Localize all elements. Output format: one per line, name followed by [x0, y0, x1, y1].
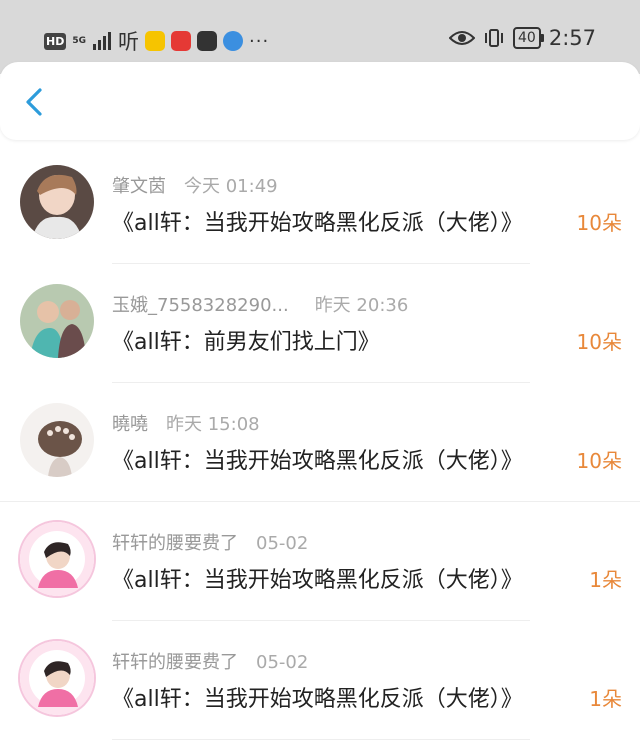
timestamp: 昨天 20:36: [314, 295, 409, 316]
avatar[interactable]: [20, 403, 94, 477]
sender-name: 轩轩的腰要费了 05-02: [112, 529, 308, 555]
flower-count: 1朵: [589, 687, 622, 711]
hd-icon: HD: [44, 32, 67, 50]
avatar[interactable]: [20, 284, 94, 358]
signal-icon: 5G: [72, 35, 86, 46]
flower-count: 1朵: [589, 568, 622, 592]
flower-count: 10朵: [576, 330, 622, 354]
flower-count: 10朵: [576, 449, 622, 473]
sender-name: 肇文茵 今天 01:49: [112, 172, 278, 198]
sender-name: 轩轩的腰要费了 05-02: [112, 648, 308, 674]
sender-name-text: 肇文茵: [112, 176, 166, 197]
listen-icon: 听: [118, 30, 139, 54]
sender-name-text: 轩轩的腰要费了: [112, 652, 238, 673]
status-right: 40 2:57: [449, 26, 596, 50]
avatar[interactable]: [20, 522, 94, 596]
sender-name: 玉娥_7558328290... 昨天 20:36: [112, 291, 408, 317]
list-item[interactable]: 轩轩的腰要费了 05-02 《all轩：当我开始攻略黑化反派（大佬）》 1朵: [0, 621, 640, 740]
chevron-left-icon[interactable]: [22, 86, 50, 118]
status-left: HD 5G 听 ···: [44, 26, 269, 56]
dark-app-icon: [197, 31, 217, 51]
weibo-app-icon: [145, 31, 165, 51]
flower-count: 10朵: [576, 211, 622, 235]
list-item[interactable]: 曉嘵 昨天 15:08 《all轩：当我开始攻略黑化反派（大佬）》 10朵: [0, 383, 640, 502]
clock: 2:57: [548, 26, 596, 50]
blue-app-icon: [223, 31, 243, 51]
timestamp: 昨天 15:08: [166, 414, 260, 435]
avatar[interactable]: [20, 641, 94, 715]
more-notifications-icon: ···: [249, 30, 270, 52]
sender-name: 曉嘵 昨天 15:08: [112, 410, 260, 436]
book-title: 《all轩：当我开始攻略黑化反派（大佬）》: [112, 211, 523, 236]
sender-name-text: 轩轩的腰要费了: [112, 533, 238, 554]
avatar[interactable]: [20, 165, 94, 239]
eye-icon: [449, 31, 475, 45]
book-title: 《all轩：当我开始攻略黑化反派（大佬）》: [112, 568, 523, 593]
gift-list: 肇文茵 今天 01:49 《all轩：当我开始攻略黑化反派（大佬）》 10朵 玉娥…: [0, 145, 640, 740]
top-nav-bar: [0, 62, 640, 140]
battery-icon: 40: [513, 27, 544, 49]
list-item[interactable]: 轩轩的腰要费了 05-02 《all轩：当我开始攻略黑化反派（大佬）》 1朵: [0, 502, 640, 621]
timestamp: 今天 01:49: [184, 176, 278, 197]
book-title: 《all轩：前男友们找上门》: [112, 330, 380, 355]
red-app-icon: [171, 31, 191, 51]
book-title: 《all轩：当我开始攻略黑化反派（大佬）》: [112, 449, 523, 474]
book-title: 《all轩：当我开始攻略黑化反派（大佬）》: [112, 687, 523, 712]
timestamp: 05-02: [256, 533, 309, 554]
sender-name-text: 曉嘵: [112, 414, 148, 435]
network-type: 5G: [72, 35, 86, 46]
divider: [112, 739, 530, 740]
sender-name-text: 玉娥_7558328290...: [112, 295, 289, 316]
timestamp: 05-02: [256, 652, 309, 673]
signal-bars-icon: [93, 32, 111, 50]
vibrate-icon: [485, 29, 503, 47]
list-item[interactable]: 玉娥_7558328290... 昨天 20:36 《all轩：前男友们找上门》 …: [0, 264, 640, 383]
list-item[interactable]: 肇文茵 今天 01:49 《all轩：当我开始攻略黑化反派（大佬）》 10朵: [0, 145, 640, 264]
